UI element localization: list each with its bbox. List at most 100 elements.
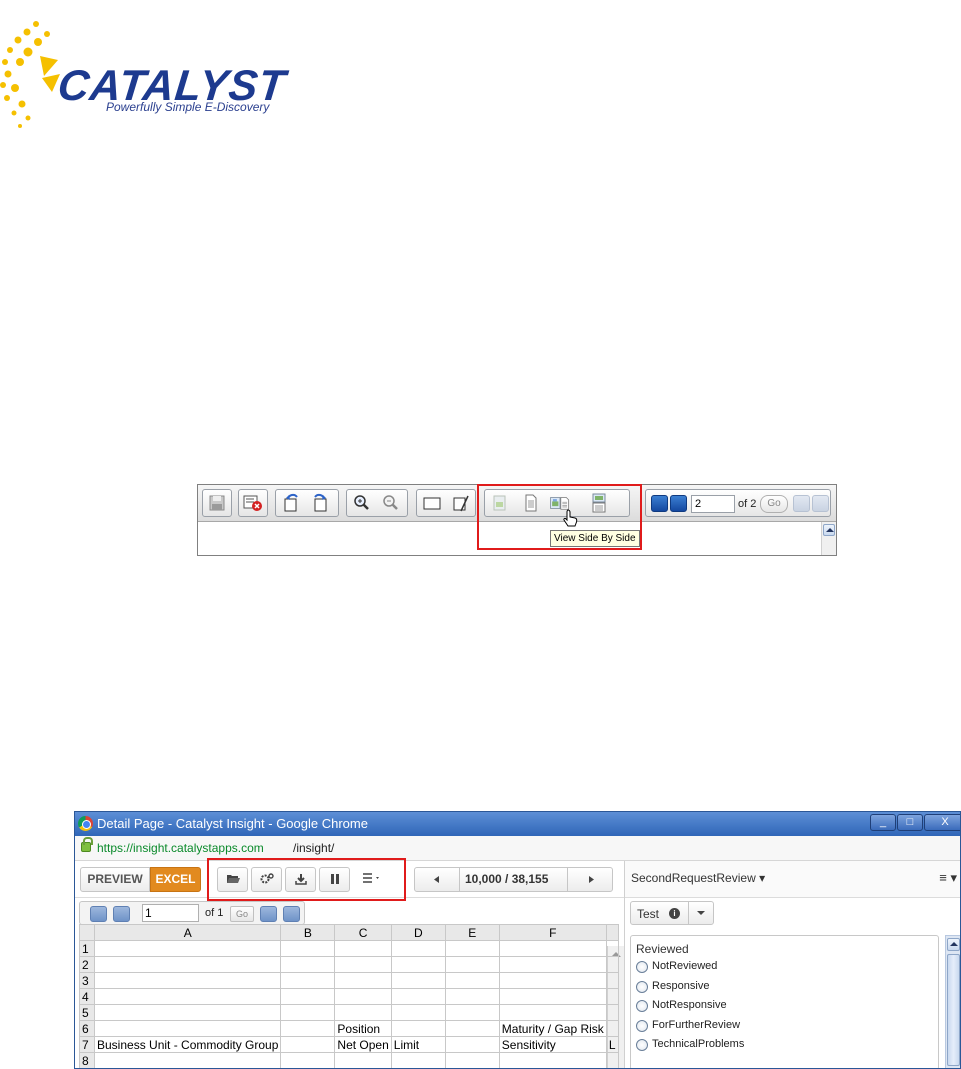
table-cell[interactable]: Sensitivity: [498, 1036, 607, 1053]
column-header[interactable]: B: [280, 924, 336, 941]
previous-page-icon[interactable]: [670, 495, 687, 512]
rotate-right-icon[interactable]: [310, 493, 332, 513]
column-header[interactable]: A: [93, 924, 282, 941]
scroll-thumb[interactable]: [947, 954, 960, 1066]
table-cell[interactable]: [280, 940, 336, 957]
table-cell[interactable]: [93, 988, 282, 1005]
close-document-icon[interactable]: [242, 493, 264, 513]
fit-width-icon[interactable]: [421, 493, 443, 513]
zoom-in-icon[interactable]: [351, 493, 373, 513]
table-cell[interactable]: [605, 1020, 619, 1037]
row-header[interactable]: 5: [79, 1004, 95, 1021]
table-cell[interactable]: [390, 988, 446, 1005]
table-cell[interactable]: [334, 940, 392, 957]
table-cell[interactable]: [444, 1052, 500, 1068]
scroll-up-icon[interactable]: [823, 524, 835, 536]
table-cell[interactable]: [498, 940, 607, 957]
viewer-scrollbar[interactable]: [821, 522, 836, 555]
column-header[interactable]: F: [498, 924, 607, 941]
sheet-number-input[interactable]: [142, 904, 199, 922]
table-cell[interactable]: [334, 972, 392, 989]
table-cell[interactable]: [498, 956, 607, 973]
last-sheet-icon[interactable]: [283, 906, 300, 922]
maximize-button[interactable]: □: [897, 814, 923, 831]
first-page-icon[interactable]: [651, 495, 668, 512]
table-cell[interactable]: [280, 1052, 336, 1068]
last-page-icon[interactable]: [812, 495, 829, 512]
table-cell[interactable]: [498, 988, 607, 1005]
next-document-icon[interactable]: [568, 868, 614, 891]
minimize-button[interactable]: _: [870, 814, 896, 831]
table-cell[interactable]: [334, 956, 392, 973]
table-cell[interactable]: [93, 1004, 282, 1021]
review-form-selector[interactable]: SecondRequestReview ▾: [631, 871, 765, 885]
table-cell[interactable]: [390, 940, 446, 957]
table-cell[interactable]: [280, 988, 336, 1005]
row-header[interactable]: 6: [79, 1020, 95, 1037]
table-cell[interactable]: [334, 988, 392, 1005]
tag-button[interactable]: Test i: [630, 901, 714, 925]
table-cell[interactable]: [280, 1036, 336, 1053]
column-header[interactable]: C: [334, 924, 392, 941]
go-button[interactable]: Go: [760, 495, 788, 513]
table-cell[interactable]: [444, 988, 500, 1005]
scroll-up-icon[interactable]: [947, 938, 960, 951]
table-cell[interactable]: [444, 940, 500, 957]
table-cell[interactable]: [334, 1004, 392, 1021]
table-cell[interactable]: [280, 972, 336, 989]
row-header[interactable]: 2: [79, 956, 95, 973]
table-cell[interactable]: [444, 956, 500, 973]
table-cell[interactable]: [334, 1052, 392, 1068]
table-cell[interactable]: Limit: [390, 1036, 446, 1053]
table-cell[interactable]: Business Unit - Commodity Group: [93, 1036, 282, 1053]
table-cell[interactable]: [390, 1020, 446, 1037]
table-cell[interactable]: Position: [334, 1020, 392, 1037]
next-sheet-icon[interactable]: [260, 906, 277, 922]
radio-button[interactable]: [636, 1000, 648, 1012]
save-icon[interactable]: [206, 493, 228, 513]
chevron-down-icon[interactable]: [697, 911, 705, 915]
table-cell[interactable]: [444, 1036, 500, 1053]
first-sheet-icon[interactable]: [90, 906, 107, 922]
close-button[interactable]: X: [924, 814, 960, 831]
page-number-input[interactable]: [691, 495, 735, 513]
table-cell[interactable]: [93, 956, 282, 973]
next-page-icon[interactable]: [793, 495, 810, 512]
previous-sheet-icon[interactable]: [113, 906, 130, 922]
table-cell[interactable]: Net Open: [334, 1036, 392, 1053]
table-cell[interactable]: [280, 956, 336, 973]
column-header[interactable]: [605, 924, 619, 941]
review-scrollbar[interactable]: [945, 935, 960, 1068]
table-cell[interactable]: [498, 1004, 607, 1021]
row-header[interactable]: 8: [79, 1052, 95, 1068]
row-header[interactable]: 7: [79, 1036, 95, 1053]
excel-tab[interactable]: EXCEL: [150, 867, 201, 892]
radio-button[interactable]: [636, 980, 648, 993]
row-header[interactable]: 1: [79, 940, 95, 957]
table-cell[interactable]: [605, 940, 619, 957]
rotate-left-icon[interactable]: [280, 493, 302, 513]
table-cell[interactable]: [605, 1004, 619, 1021]
table-cell[interactable]: [605, 988, 619, 1005]
radio-button[interactable]: [636, 1019, 648, 1032]
annotate-icon[interactable]: [450, 493, 472, 513]
sheet-go-button[interactable]: Go: [230, 906, 254, 922]
table-cell[interactable]: [444, 972, 500, 989]
table-cell[interactable]: [93, 940, 282, 957]
previous-document-icon[interactable]: [415, 868, 459, 891]
table-cell[interactable]: [280, 1004, 336, 1021]
preview-tab[interactable]: PREVIEW: [80, 867, 150, 892]
table-cell[interactable]: [390, 972, 446, 989]
table-cell[interactable]: [444, 1004, 500, 1021]
table-cell[interactable]: [605, 956, 619, 973]
table-cell[interactable]: [498, 1052, 607, 1068]
table-cell[interactable]: [390, 1004, 446, 1021]
row-header[interactable]: 3: [79, 972, 95, 989]
table-cell[interactable]: Maturity / Gap Risk: [498, 1020, 607, 1037]
zoom-out-icon[interactable]: [380, 493, 402, 513]
table-cell[interactable]: [605, 972, 619, 989]
table-cell[interactable]: L: [605, 1036, 619, 1053]
row-header[interactable]: 4: [79, 988, 95, 1005]
radio-button[interactable]: [636, 961, 648, 973]
table-cell[interactable]: [93, 1052, 282, 1068]
